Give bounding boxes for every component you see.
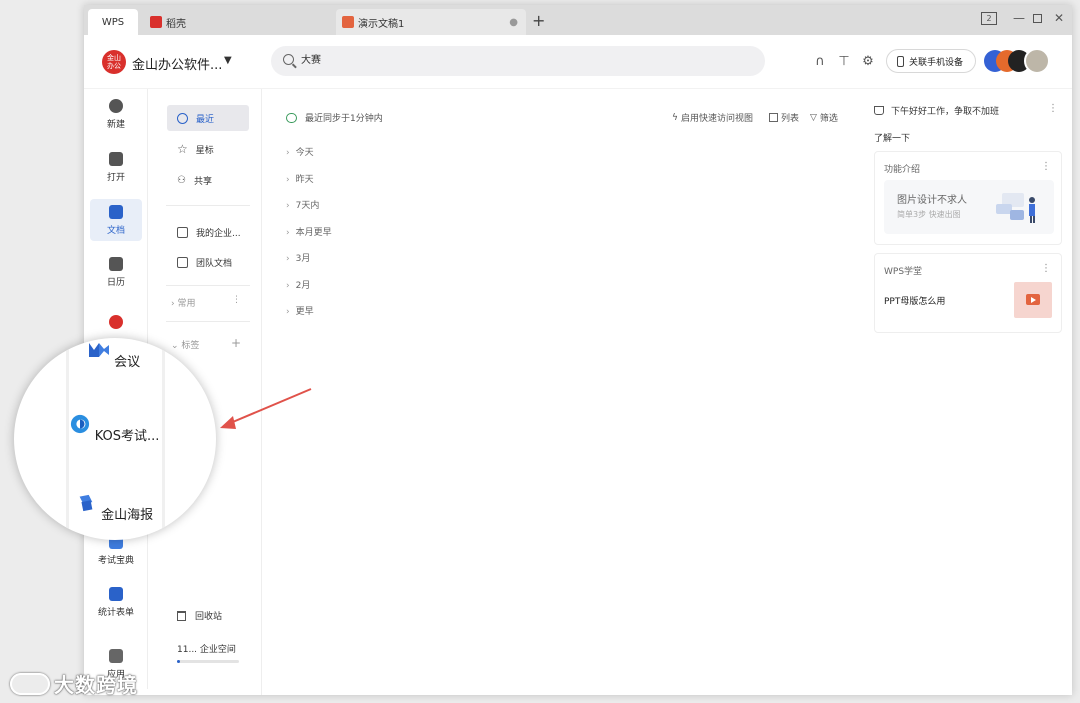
watermark-logo-icon [10, 672, 50, 695]
watermark: 大数跨境 [10, 669, 138, 698]
watermark-text: 大数跨境 [54, 673, 138, 697]
annotation-arrow [220, 388, 312, 429]
